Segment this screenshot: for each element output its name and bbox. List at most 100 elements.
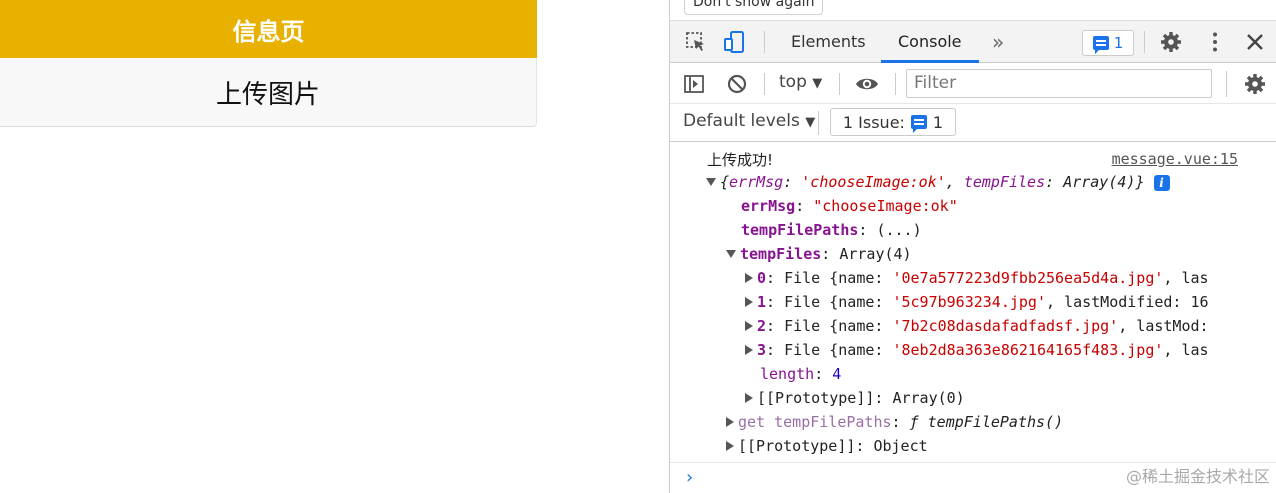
list-item[interactable]: 0: File {name: '0e7a577223d9fbb256ea5d4a… xyxy=(745,266,1276,290)
issues-number: 1 xyxy=(932,112,944,132)
property-row[interactable]: tempFiles: Array(4) xyxy=(726,242,1276,266)
file-prefix: File {name: xyxy=(784,317,893,335)
property-key: errMsg xyxy=(741,197,796,215)
close-icon[interactable] xyxy=(1243,30,1267,54)
eye-icon[interactable] xyxy=(855,72,879,96)
brace: { xyxy=(720,173,730,191)
property-key: tempFilePaths xyxy=(741,221,859,239)
devtools-panel: Don't show again Elements Console » 1 to… xyxy=(669,0,1276,493)
expand-arrow-icon[interactable] xyxy=(745,320,753,331)
file-name: '8eb2d8a363e862164165f483.jpg' xyxy=(892,341,1164,359)
expand-arrow-icon[interactable] xyxy=(706,177,716,186)
list-item[interactable]: 1: File {name: '5c97b963234.jpg', lastMo… xyxy=(745,290,1276,314)
toolbar-divider xyxy=(1144,31,1145,53)
file-name: '5c97b963234.jpg' xyxy=(892,293,1046,311)
issues-counter-button[interactable]: 1 xyxy=(1082,30,1134,56)
upload-image-button[interactable]: 上传图片 xyxy=(0,58,537,127)
property-row: length: 4 xyxy=(760,365,842,383)
expand-arrow-icon[interactable] xyxy=(745,296,753,307)
file-name: '0e7a577223d9fbb256ea5d4a.jpg' xyxy=(892,269,1164,287)
tab-console[interactable]: Console xyxy=(898,21,962,63)
console-output: 上传成功! message.vue:15 {errMsg: 'chooseIma… xyxy=(670,142,1276,462)
file-prefix: File {name: xyxy=(784,293,893,311)
filter-input[interactable]: Filter xyxy=(906,69,1212,98)
blank-area xyxy=(537,0,669,493)
toolbar-divider xyxy=(1226,71,1227,97)
toolbar-divider xyxy=(895,73,896,95)
gear-icon[interactable] xyxy=(1243,72,1267,96)
default-levels-dropdown[interactable]: Default levels ▼ xyxy=(683,111,815,131)
default-levels-label: Default levels xyxy=(683,111,800,131)
expand-arrow-icon[interactable] xyxy=(745,272,753,283)
property-key: get tempFilePaths xyxy=(738,413,892,431)
tab-elements[interactable]: Elements xyxy=(791,21,866,63)
brace: } xyxy=(1135,173,1145,191)
summary-value: 'chooseImage:ok' xyxy=(801,173,946,191)
property-value: 4 xyxy=(832,365,842,383)
watermark: @稀土掘金技术社区 xyxy=(1125,467,1270,486)
property-value: Object xyxy=(873,437,928,455)
property-row[interactable]: tempFilePaths: (...) xyxy=(741,218,1276,242)
message-icon xyxy=(910,115,927,133)
source-link[interactable]: message.vue:15 xyxy=(1112,150,1238,168)
list-item[interactable]: 3: File {name: '8eb2d8a363e862164165f483… xyxy=(745,338,1276,362)
chevron-down-icon: ▼ xyxy=(812,76,823,91)
context-selector[interactable]: top ▼ xyxy=(779,72,822,92)
summary-key: errMsg xyxy=(729,173,784,191)
chevron-down-icon: ▼ xyxy=(805,115,816,130)
expand-arrow-icon[interactable] xyxy=(726,249,736,258)
property-value: ƒ tempFilePaths() xyxy=(909,413,1064,431)
expand-arrow-icon[interactable] xyxy=(745,392,753,403)
toolbar-divider xyxy=(839,73,840,95)
file-suffix: , lastMod: xyxy=(1118,317,1209,335)
kebab-menu-icon[interactable] xyxy=(1203,30,1227,54)
expand-arrow-icon[interactable] xyxy=(745,344,753,355)
more-tabs-button[interactable]: » xyxy=(992,21,1004,63)
file-suffix: , las xyxy=(1163,269,1209,287)
device-toggle-icon[interactable] xyxy=(722,30,746,54)
sidebar-toggle-icon[interactable] xyxy=(682,72,706,96)
property-row[interactable]: [[Prototype]]: Array(0) xyxy=(745,386,1276,410)
expand-arrow-icon[interactable] xyxy=(726,440,734,451)
file-suffix: , las xyxy=(1163,341,1209,359)
object-summary-row[interactable]: {errMsg: 'chooseImage:ok', tempFiles: Ar… xyxy=(706,170,1276,194)
array-index: 3 xyxy=(757,341,767,359)
info-icon[interactable]: i xyxy=(1153,174,1170,191)
property-value: (...) xyxy=(876,221,922,239)
summary-value: Array(4) xyxy=(1063,173,1136,191)
dont-show-again-button[interactable]: Don't show again xyxy=(684,0,824,15)
property-key: [[Prototype]] xyxy=(738,437,856,455)
property-key: [[Prototype]] xyxy=(757,389,875,407)
property-row: errMsg: "chooseImage:ok" xyxy=(741,197,958,215)
property-key: tempFiles xyxy=(740,245,822,263)
issues-count: 1 xyxy=(1113,34,1124,52)
gear-icon[interactable] xyxy=(1159,30,1183,54)
property-value: Array(4) xyxy=(839,245,912,263)
property-row[interactable]: [[Prototype]]: Object xyxy=(726,434,1276,458)
toolbar-divider xyxy=(764,31,765,53)
inspect-icon[interactable] xyxy=(684,30,708,54)
console-filter-bar: top ▼ Filter xyxy=(670,63,1276,104)
toolbar-divider xyxy=(764,73,765,95)
array-index: 2 xyxy=(757,317,767,335)
list-item[interactable]: 2: File {name: '7b2c08dasdafadfadsf.jpg'… xyxy=(745,314,1276,338)
file-prefix: File {name: xyxy=(784,341,893,359)
issues-button[interactable]: 1 Issue: 1 xyxy=(830,108,956,136)
mini-app-panel: 信息页 上传图片 xyxy=(0,0,537,493)
expand-arrow-icon[interactable] xyxy=(726,416,734,427)
upload-image-label: 上传图片 xyxy=(215,79,320,110)
array-index: 0 xyxy=(757,269,767,287)
devtools-tabbar: Elements Console » 1 xyxy=(670,20,1276,63)
page-title: 信息页 xyxy=(232,17,305,46)
message-icon xyxy=(1092,36,1109,54)
property-key: length xyxy=(760,365,815,383)
console-levels-bar: Default levels ▼ 1 Issue: 1 xyxy=(670,104,1276,142)
toolbar-divider xyxy=(818,111,819,135)
file-suffix: , lastModified: 16 xyxy=(1046,293,1209,311)
file-name: '7b2c08dasdafadfadsf.jpg' xyxy=(892,317,1119,335)
clear-console-icon[interactable] xyxy=(725,72,749,96)
property-row[interactable]: get tempFilePaths: ƒ tempFilePaths() xyxy=(726,410,1276,434)
file-prefix: File {name: xyxy=(784,269,893,287)
issues-label: 1 Issue: xyxy=(842,112,905,132)
summary-key: tempFiles xyxy=(963,173,1046,191)
